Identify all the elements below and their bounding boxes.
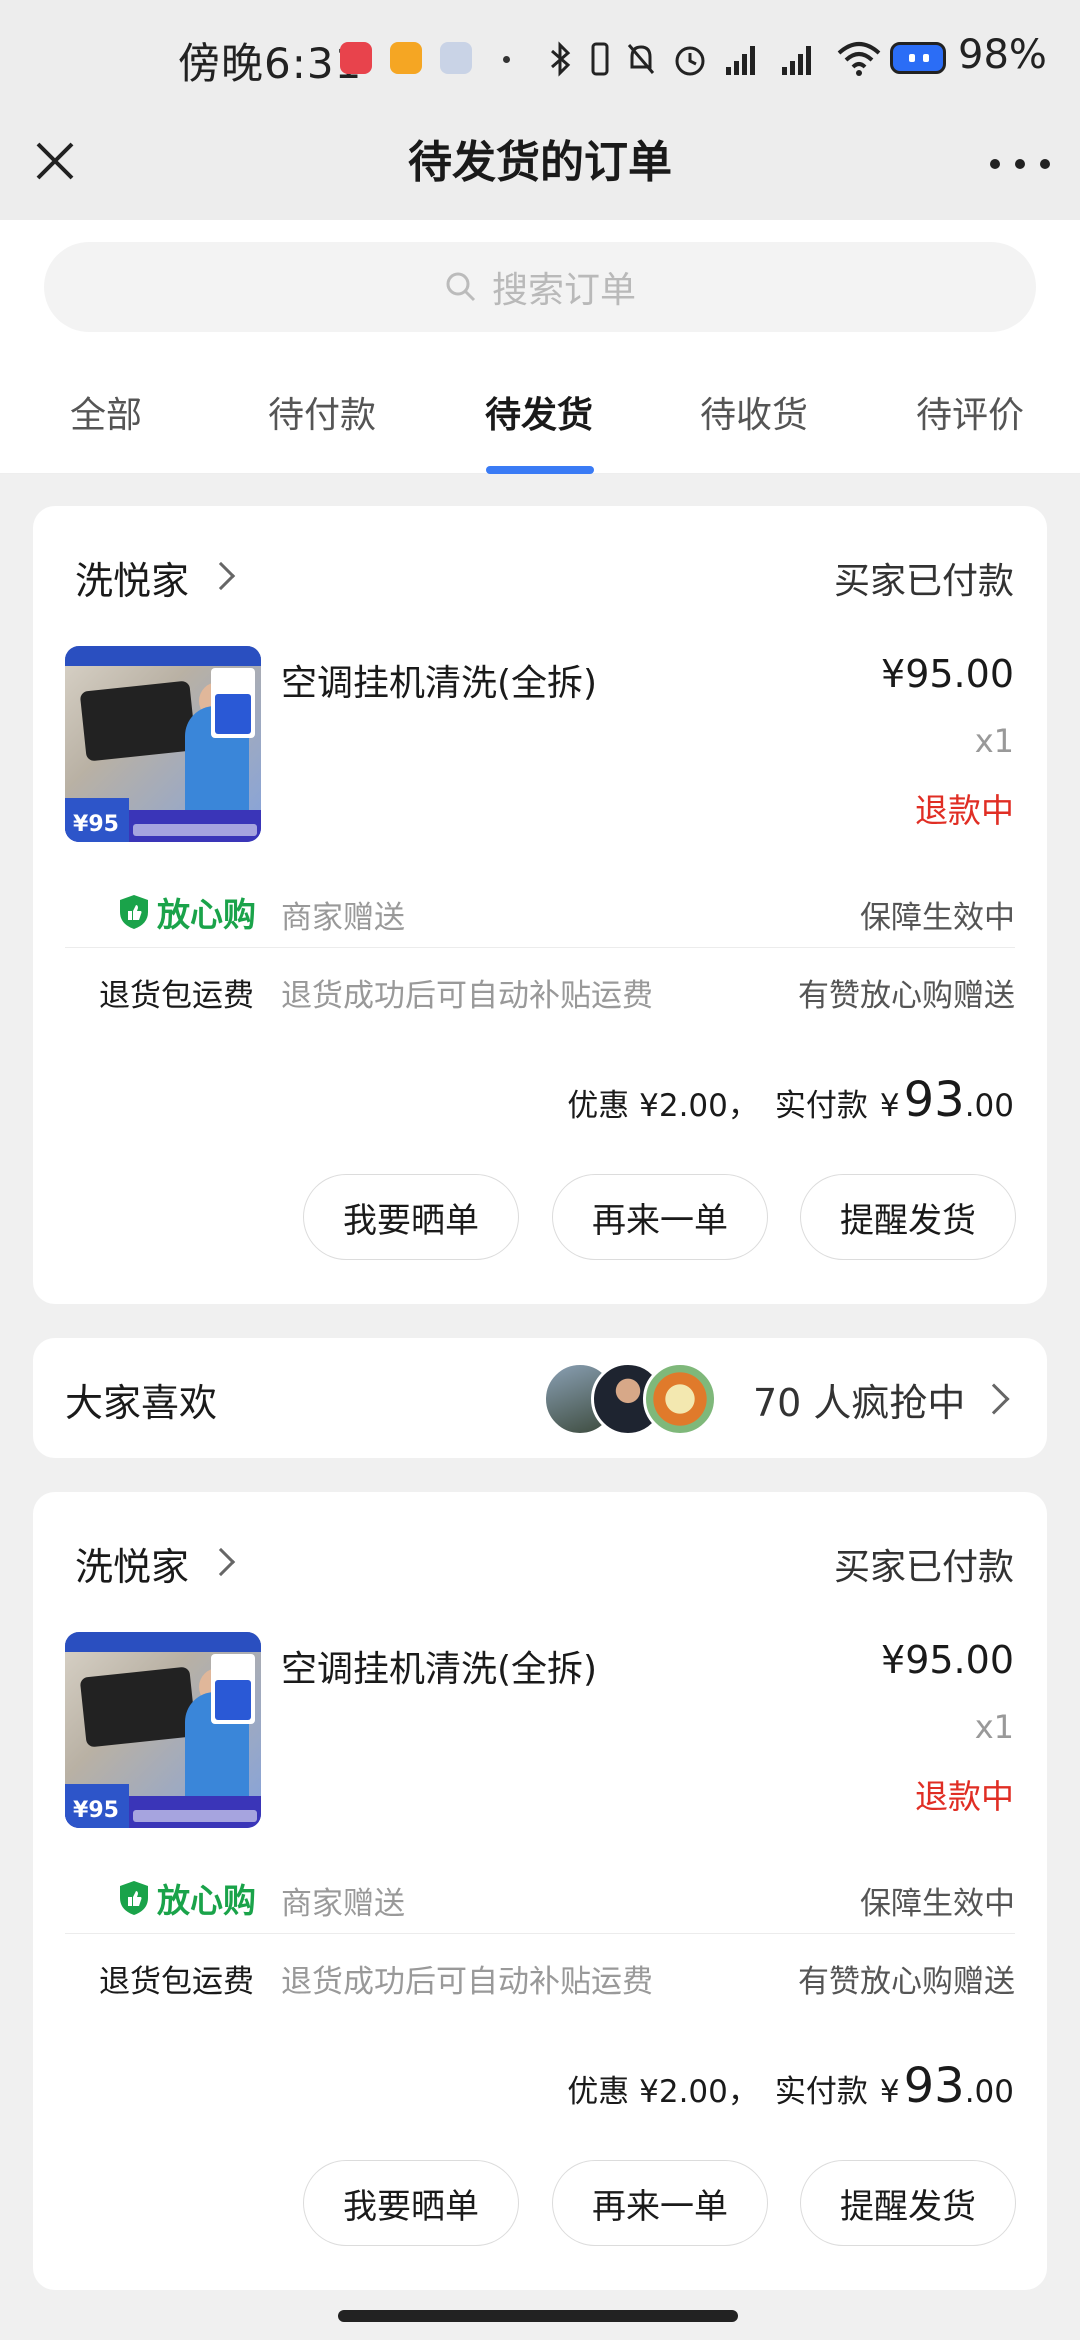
discount-text: 优惠 ¥2.00， xyxy=(567,2074,759,2110)
order-card[interactable]: 洗悦家 买家已付款 ¥95 空调挂机清洗(全拆) ¥95.00 x1 退款中 放… xyxy=(33,506,1047,1304)
paid-amount-integer: 93 xyxy=(903,1072,965,1128)
remind-shipment-button[interactable]: 提醒发货 xyxy=(800,2160,1016,2246)
tab-pending-shipment[interactable]: 待发货 xyxy=(485,386,593,438)
discount-text: 优惠 ¥2.00， xyxy=(567,1088,759,1124)
return-shipping-gift: 有赞放心购赠送 xyxy=(798,978,1015,1014)
assurance-logo: 放心购 xyxy=(117,888,256,936)
chevron-right-icon[interactable] xyxy=(206,561,236,591)
paid-label: 实付款 xyxy=(774,2074,868,2110)
order-status: 买家已付款 xyxy=(833,561,1014,602)
mute-icon xyxy=(627,44,655,74)
payment-summary: 优惠 ¥2.00， 实付款 ¥ 93 .00 xyxy=(567,1072,1014,1128)
recommend-row[interactable]: 大家喜欢 70 人疯抢中 xyxy=(33,1338,1047,1458)
bluetooth-icon xyxy=(551,41,571,77)
order-status: 买家已付款 xyxy=(833,1547,1014,1588)
vibrate-icon xyxy=(591,42,609,76)
avatar xyxy=(643,1362,717,1436)
payment-summary: 优惠 ¥2.00， 实付款 ¥ 93 .00 xyxy=(567,2058,1014,2114)
app-ai-icon xyxy=(390,42,422,74)
product-price: ¥95.00 xyxy=(881,1638,1014,1682)
search-placeholder: 搜索订单 xyxy=(491,270,636,311)
chevron-right-icon[interactable] xyxy=(978,1383,1010,1415)
alarm-icon xyxy=(675,46,705,76)
status-icons xyxy=(548,36,882,82)
more-icon[interactable] xyxy=(990,144,1050,184)
search-icon xyxy=(446,272,476,302)
app-netease-music-icon xyxy=(340,42,372,74)
shop-name[interactable]: 洗悦家 xyxy=(75,550,189,605)
product-image[interactable]: ¥95 xyxy=(65,646,261,842)
share-review-button[interactable]: 我要晒单 xyxy=(303,1174,519,1260)
assurance-row: 放心购 商家赠送 保障生效中 xyxy=(65,1862,1015,1934)
assurance-status: 保障生效中 xyxy=(860,900,1015,936)
tab-all[interactable]: 全部 xyxy=(70,386,142,438)
product-image-price: ¥95 xyxy=(65,798,129,842)
recommend-count: 70 人疯抢中 xyxy=(753,1381,966,1425)
recommend-label: 大家喜欢 xyxy=(65,1381,218,1425)
refund-status: 退款中 xyxy=(915,791,1014,830)
tab-pending-receipt[interactable]: 待收货 xyxy=(700,386,808,438)
reorder-button[interactable]: 再来一单 xyxy=(552,2160,768,2246)
status-time: 傍晚6:31 xyxy=(178,39,363,88)
product-quantity: x1 xyxy=(974,722,1014,760)
nav-bar: 待发货的订单 xyxy=(0,116,1080,220)
return-shipping-label: 退货包运费 xyxy=(99,978,254,1014)
paid-currency: ¥ xyxy=(879,1088,900,1124)
return-shipping-row: 退货包运费 退货成功后可自动补贴运费 有赞放心购赠送 xyxy=(65,1948,1015,2008)
tab-pending-review[interactable]: 待评价 xyxy=(916,386,1024,438)
battery-percent: 98% xyxy=(958,32,1047,78)
paid-amount-decimal: .00 xyxy=(964,2074,1014,2110)
return-shipping-desc: 退货成功后可自动补贴运费 xyxy=(281,978,653,1014)
signal-icon xyxy=(726,46,755,75)
paid-amount-integer: 93 xyxy=(903,2058,965,2114)
active-tab-indicator xyxy=(486,466,594,474)
search-input[interactable]: 搜索订单 xyxy=(44,242,1036,332)
assurance-desc: 商家赠送 xyxy=(281,1886,405,1922)
order-card[interactable]: 洗悦家 买家已付款 ¥95 空调挂机清洗(全拆) ¥95.00 x1 退款中 放… xyxy=(33,1492,1047,2290)
reorder-button[interactable]: 再来一单 xyxy=(552,1174,768,1260)
return-shipping-label: 退货包运费 xyxy=(99,1964,254,2000)
assurance-status: 保障生效中 xyxy=(860,1886,1015,1922)
buyer-avatars xyxy=(543,1362,743,1436)
battery-icon xyxy=(890,42,946,74)
paid-currency: ¥ xyxy=(879,2074,900,2110)
remind-shipment-button[interactable]: 提醒发货 xyxy=(800,1174,1016,1260)
return-shipping-row: 退货包运费 退货成功后可自动补贴运费 有赞放心购赠送 xyxy=(65,962,1015,1022)
app-rocket-icon xyxy=(440,42,472,74)
shield-thumb-icon xyxy=(120,1881,148,1915)
page-title: 待发货的订单 xyxy=(408,137,672,188)
share-review-button[interactable]: 我要晒单 xyxy=(303,2160,519,2246)
assurance-desc: 商家赠送 xyxy=(281,900,405,936)
home-indicator[interactable] xyxy=(338,2310,738,2322)
status-bar: 傍晚6:31 98% xyxy=(0,0,1080,116)
product-price: ¥95.00 xyxy=(881,652,1014,696)
assurance-logo: 放心购 xyxy=(117,1874,256,1922)
return-shipping-gift: 有赞放心购赠送 xyxy=(798,1964,1015,2000)
product-image[interactable]: ¥95 xyxy=(65,1632,261,1828)
tab-pending-payment[interactable]: 待付款 xyxy=(268,386,376,438)
refund-status: 退款中 xyxy=(915,1777,1014,1816)
paid-amount-decimal: .00 xyxy=(964,1088,1014,1124)
product-title[interactable]: 空调挂机清洗(全拆) xyxy=(281,654,597,706)
shop-name[interactable]: 洗悦家 xyxy=(75,1536,189,1591)
assurance-name: 放心购 xyxy=(157,895,256,934)
product-image-price: ¥95 xyxy=(65,1784,129,1828)
product-quantity: x1 xyxy=(974,1708,1014,1746)
signal-icon xyxy=(782,46,811,75)
shield-thumb-icon xyxy=(120,895,148,929)
return-shipping-desc: 退货成功后可自动补贴运费 xyxy=(281,1964,653,2000)
paid-label: 实付款 xyxy=(774,1088,868,1124)
search-area: 搜索订单 xyxy=(0,220,1080,356)
wifi-icon xyxy=(837,42,881,76)
product-title[interactable]: 空调挂机清洗(全拆) xyxy=(281,1640,597,1692)
assurance-name: 放心购 xyxy=(157,1881,256,1920)
order-tabs: 全部 待付款 待发货 待收货 待评价 xyxy=(0,356,1080,474)
assurance-row: 放心购 商家赠送 保障生效中 xyxy=(65,876,1015,948)
chevron-right-icon[interactable] xyxy=(206,1547,236,1577)
notification-dot xyxy=(503,56,510,63)
